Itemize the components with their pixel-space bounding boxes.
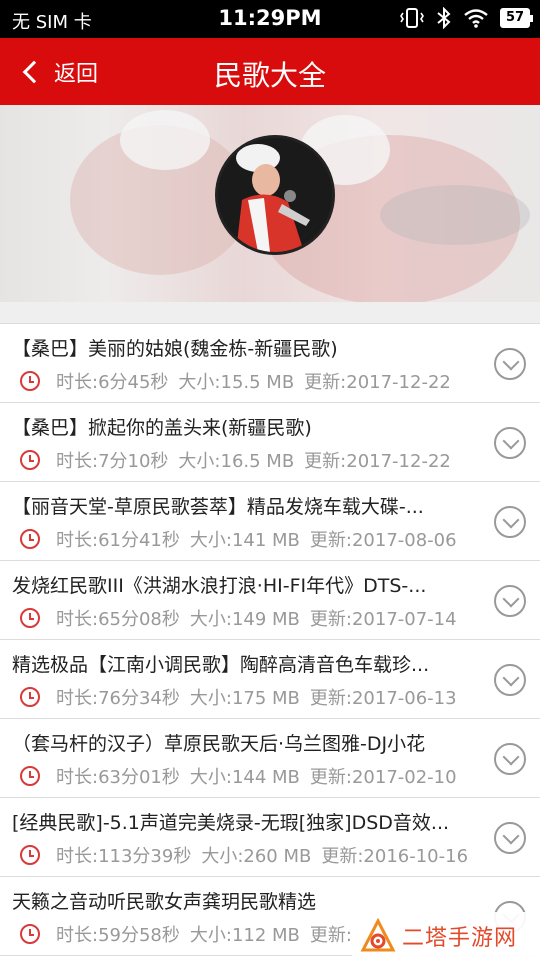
song-updated: 更新:2017-12-22 bbox=[304, 372, 451, 393]
list-item[interactable]: 发烧红民歌III《洪湖水浪打浪·HI-FI年代》DTS-... 时长:65分08… bbox=[0, 561, 540, 640]
song-updated: 更新:2017-08-06 bbox=[309, 530, 457, 551]
chevron-down-icon[interactable] bbox=[494, 585, 526, 617]
song-size: 大小:260 MB bbox=[201, 846, 312, 867]
watermark-text: 二塔手游网 bbox=[402, 926, 518, 951]
status-bar: 无 SIM 卡 11:29PM 57 bbox=[0, 0, 540, 38]
chevron-down-icon[interactable] bbox=[494, 506, 526, 538]
site-watermark: 二塔手游网 bbox=[352, 912, 540, 960]
song-duration: 时长:76分34秒 bbox=[56, 688, 180, 709]
clock-icon bbox=[20, 371, 40, 391]
song-size: 大小:15.5 MB bbox=[178, 372, 295, 393]
clock-icon bbox=[20, 845, 40, 865]
clock-icon bbox=[20, 529, 40, 549]
vibrate-icon bbox=[400, 8, 424, 28]
song-meta: 时长:65分08秒 大小:149 MB 更新:2017-07-14 bbox=[20, 605, 467, 631]
song-meta: 时长:7分10秒 大小:16.5 MB 更新:2017-12-22 bbox=[20, 447, 461, 473]
song-updated: 更新:2017-06-13 bbox=[309, 688, 457, 709]
song-updated: 更新:2017-12-22 bbox=[304, 451, 451, 472]
song-title: 天籁之音动听民歌女声龚玥民歌精选 bbox=[12, 891, 317, 913]
battery-icon: 57 bbox=[500, 8, 533, 28]
song-size: 大小:112 MB bbox=[189, 925, 300, 946]
song-size: 大小:144 MB bbox=[189, 767, 300, 788]
wifi-icon bbox=[464, 9, 488, 28]
watermark-logo-icon bbox=[360, 918, 396, 952]
song-size: 大小:149 MB bbox=[189, 609, 300, 630]
song-duration: 时长:65分08秒 bbox=[56, 609, 180, 630]
chevron-down-icon[interactable] bbox=[494, 664, 526, 696]
song-title: 【桑巴】掀起你的盖头来(新疆民歌) bbox=[12, 417, 312, 439]
song-duration: 时长:7分10秒 bbox=[56, 451, 169, 472]
status-icons: 57 bbox=[400, 7, 533, 29]
song-meta: 时长:63分01秒 大小:144 MB 更新:2017-02-10 bbox=[20, 763, 467, 789]
song-meta: 时长:6分45秒 大小:15.5 MB 更新:2017-12-22 bbox=[20, 368, 461, 394]
song-duration: 时长:59分58秒 bbox=[56, 925, 180, 946]
song-duration: 时长:61分41秒 bbox=[56, 530, 180, 551]
bluetooth-icon bbox=[437, 7, 451, 29]
app-bar: 返回 民歌大全 bbox=[0, 38, 540, 105]
song-title: [经典民歌]-5.1声道完美烧录-无瑕[独家]DSD音效... bbox=[12, 812, 450, 834]
song-meta: 时长:76分34秒 大小:175 MB 更新:2017-06-13 bbox=[20, 684, 467, 710]
song-size: 大小:175 MB bbox=[189, 688, 300, 709]
list-item[interactable]: 【桑巴】美丽的姑娘(魏金栋-新疆民歌) 时长:6分45秒 大小:15.5 MB … bbox=[0, 324, 540, 403]
artist-avatar bbox=[215, 135, 335, 255]
song-meta: 时长:59分58秒 大小:112 MB 更新: bbox=[20, 921, 362, 947]
song-size: 大小:16.5 MB bbox=[178, 451, 295, 472]
song-title: 【丽音天堂-草原民歌荟萃】精品发烧车载大碟-... bbox=[12, 496, 424, 518]
list-item[interactable]: （套马杆的汉子）草原民歌天后·乌兰图雅-DJ小花 时长:63分01秒 大小:14… bbox=[0, 719, 540, 798]
clock-icon bbox=[20, 766, 40, 786]
song-updated: 更新:2017-07-14 bbox=[309, 609, 457, 630]
list-item[interactable]: [经典民歌]-5.1声道完美烧录-无瑕[独家]DSD音效... 时长:113分3… bbox=[0, 798, 540, 877]
list-item[interactable]: 精选极品【江南小调民歌】陶醉高清音色车载珍... 时长:76分34秒 大小:17… bbox=[0, 640, 540, 719]
song-size: 大小:141 MB bbox=[189, 530, 300, 551]
song-title: 【桑巴】美丽的姑娘(魏金栋-新疆民歌) bbox=[12, 338, 338, 360]
page-title: 民歌大全 bbox=[213, 59, 326, 92]
song-meta: 时长:113分39秒 大小:260 MB 更新:2016-10-16 bbox=[20, 842, 478, 868]
song-title: 精选极品【江南小调民歌】陶醉高清音色车载珍... bbox=[12, 654, 430, 676]
song-title: （套马杆的汉子）草原民歌天后·乌兰图雅-DJ小花 bbox=[12, 733, 426, 755]
clock-icon bbox=[20, 924, 40, 944]
song-duration: 时长:6分45秒 bbox=[56, 372, 169, 393]
clock-icon bbox=[20, 450, 40, 470]
song-updated: 更新:2016-10-16 bbox=[321, 846, 469, 867]
list-item[interactable]: 【丽音天堂-草原民歌荟萃】精品发烧车载大碟-... 时长:61分41秒 大小:1… bbox=[0, 482, 540, 561]
song-duration: 时长:63分01秒 bbox=[56, 767, 180, 788]
section-divider bbox=[0, 302, 540, 324]
song-list: 【桑巴】美丽的姑娘(魏金栋-新疆民歌) 时长:6分45秒 大小:15.5 MB … bbox=[0, 324, 540, 956]
song-title: 发烧红民歌III《洪湖水浪打浪·HI-FI年代》DTS-... bbox=[12, 575, 427, 597]
clock-icon bbox=[20, 608, 40, 628]
chevron-down-icon[interactable] bbox=[494, 427, 526, 459]
list-item[interactable]: 【桑巴】掀起你的盖头来(新疆民歌) 时长:7分10秒 大小:16.5 MB 更新… bbox=[0, 403, 540, 482]
clock-icon bbox=[20, 687, 40, 707]
song-updated: 更新: bbox=[309, 925, 352, 946]
chevron-down-icon[interactable] bbox=[494, 743, 526, 775]
song-meta: 时长:61分41秒 大小:141 MB 更新:2017-08-06 bbox=[20, 526, 467, 552]
chevron-down-icon[interactable] bbox=[494, 348, 526, 380]
song-duration: 时长:113分39秒 bbox=[56, 846, 192, 867]
song-updated: 更新:2017-02-10 bbox=[309, 767, 457, 788]
chevron-down-icon[interactable] bbox=[494, 822, 526, 854]
